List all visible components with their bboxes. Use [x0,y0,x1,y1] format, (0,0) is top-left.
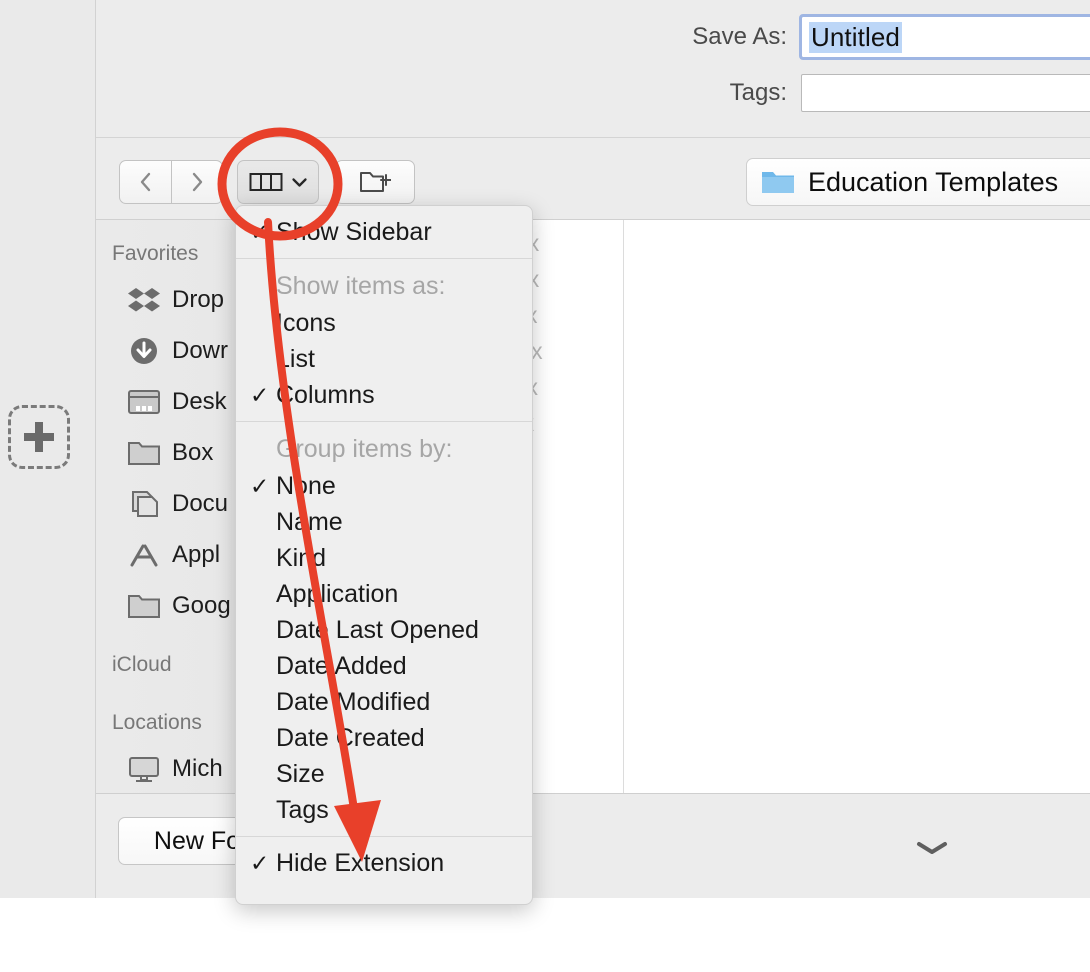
disclosure-chevron-down-icon[interactable] [914,839,950,857]
save-as-row: Save As: Untitled [616,14,1090,60]
file-column-2[interactable] [624,220,1090,793]
menu-separator [236,258,532,259]
folder-icon [128,594,160,618]
folder-icon [762,172,794,193]
menu-item-label: Columns [276,380,375,409]
menu-item-kind[interactable]: Kind [236,540,532,576]
menu-item-tags[interactable]: Tags [236,792,532,828]
menu-item-date-created[interactable]: Date Created [236,720,532,756]
screenshot-root: 𝄢 Save As: Untitled Tags: [0,0,1090,972]
view-options-button[interactable] [237,160,319,204]
save-as-value: Untitled [809,21,902,53]
menu-separator [236,836,532,837]
menu-item-label: Kind [276,543,327,572]
sidebar-item-label: Appl [172,540,221,568]
menu-item-columns[interactable]: ✓ Columns [236,377,532,413]
menu-item-label: Date Added [276,651,407,680]
save-as-label: Save As: [692,23,787,50]
sidebar-item-label: Desk [172,387,227,415]
menu-item-label: Application [276,579,399,608]
menu-item-icons[interactable]: Icons [236,305,532,341]
sidebar-item-label: Box [172,438,214,466]
menu-separator [236,421,532,422]
menu-item-application[interactable]: Application [236,576,532,612]
new-folder-toolbar-button[interactable] [335,160,415,204]
sidebar-item-label: Drop [172,285,225,313]
add-placeholder-icon[interactable] [8,405,70,469]
forward-button[interactable] [171,160,223,204]
music-score-area: 𝄢 [0,898,1090,972]
menu-item-label: Hide Extension [276,848,445,877]
applications-icon [130,544,158,566]
menu-item-list[interactable]: List [236,341,532,377]
dialog-header: Save As: Untitled Tags: [96,0,1090,137]
menu-item-label: Tags [276,795,329,824]
tags-input[interactable] [801,74,1090,112]
columns-view-icon [249,173,282,191]
menu-item-none[interactable]: ✓ None [236,468,532,504]
checkmark-icon: ✓ [250,472,270,499]
save-as-input[interactable]: Untitled [799,14,1090,60]
folder-icon [128,441,160,465]
menu-section-show-items-as: Show items as: [236,267,532,305]
menu-item-label: List [276,344,315,373]
menu-item-date-added[interactable]: Date Added [236,648,532,684]
menu-item-date-last-opened[interactable]: Date Last Opened [236,612,532,648]
tags-row: Tags: [616,74,1090,112]
back-button[interactable] [119,160,171,204]
sidebar-item-label: Dowr [172,336,229,364]
imac-icon [129,756,159,782]
menu-item-label: Date Modified [276,687,431,716]
menu-item-label: Date Last Opened [276,615,479,644]
menu-item-label: Show Sidebar [276,217,432,246]
menu-item-hide-extension[interactable]: ✓ Hide Extension [236,845,532,881]
checkmark-icon: ✓ [250,218,270,245]
menu-item-label: Date Created [276,723,425,752]
menu-item-label: Icons [276,308,336,337]
chevron-left-icon [140,172,151,192]
sidebar-item-label: Mich [172,754,223,782]
menu-section-label: Show items as: [276,271,446,300]
tags-label: Tags: [729,79,787,106]
path-bar-label: Education Templates [808,166,1059,197]
chevron-right-icon [192,172,202,192]
checkmark-icon: ✓ [250,849,270,876]
menu-item-show-sidebar[interactable]: ✓ Show Sidebar [236,214,532,250]
left-panel [0,0,95,898]
checkmark-icon: ✓ [250,381,270,408]
menu-item-label: Size [276,759,325,788]
menu-section-group-items-by: Group items by: [236,430,532,468]
downloads-icon [131,337,157,364]
chevron-down-icon [291,178,307,187]
menu-item-name[interactable]: Name [236,504,532,540]
desktop-icon [128,389,160,414]
menu-item-label: None [276,471,336,500]
documents-icon [132,490,158,517]
path-bar[interactable]: Education Templates [746,158,1090,206]
menu-item-size[interactable]: Size [236,756,532,792]
menu-item-label: Name [276,507,343,536]
menu-item-date-modified[interactable]: Date Modified [236,684,532,720]
view-options-menu[interactable]: ✓ Show Sidebar Show items as: Icons List… [235,205,533,905]
new-folder-button-label: New Fo [153,826,241,855]
new-folder-icon [360,172,391,192]
sidebar-item-label: Goog [172,591,231,619]
dropbox-icon [128,287,160,311]
menu-section-label: Group items by: [276,434,453,463]
sidebar-item-label: Docu [172,489,229,517]
